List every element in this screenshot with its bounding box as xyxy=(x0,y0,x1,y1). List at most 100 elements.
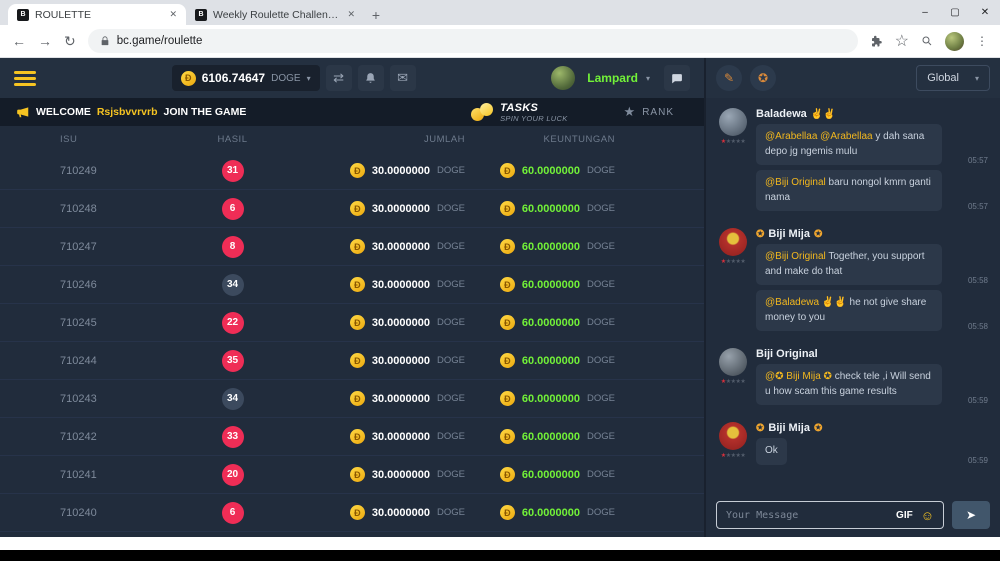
forward-button[interactable]: → xyxy=(38,33,52,49)
profit-amount: 60.0000000 xyxy=(522,393,580,405)
medal-icon: ✪ xyxy=(814,423,822,434)
channel-selector[interactable]: Global ▾ xyxy=(916,65,990,91)
emoji-picker-icon[interactable]: ☺ xyxy=(921,508,934,523)
pencil-icon[interactable]: ✎ xyxy=(716,65,742,91)
table-row[interactable]: 710248 6 Ð 30.0000000 DOGE Ð 60.0000000 … xyxy=(0,190,704,228)
address-bar[interactable]: bc.game/roulette xyxy=(88,29,858,53)
rank-star-icon: ★ xyxy=(624,104,637,120)
bet-amount-cell: Ð 30.0000000 DOGE xyxy=(290,505,475,520)
bet-amount: 30.0000000 xyxy=(372,317,430,329)
result-badge: 6 xyxy=(222,502,244,524)
bookmark-star-icon[interactable]: ☆ xyxy=(895,31,909,51)
balance-selector[interactable]: Ð 6106.74647 DOGE ▾ xyxy=(172,65,320,91)
chevron-down-icon[interactable]: ▾ xyxy=(646,74,650,83)
table-row[interactable]: 710245 22 Ð 30.0000000 DOGE Ð 60.0000000… xyxy=(0,304,704,342)
send-button[interactable]: ➤ xyxy=(952,501,990,529)
table-row[interactable]: 710249 31 Ð 30.0000000 DOGE Ð 60.0000000… xyxy=(0,152,704,190)
avatar[interactable] xyxy=(719,348,747,376)
site-header: Ð 6106.74647 DOGE ▾ ⇄ ✉ Lampard ▾ xyxy=(0,58,704,98)
doge-coin-icon: Ð xyxy=(500,505,515,520)
minimize-button[interactable]: – xyxy=(910,0,940,25)
table-row[interactable]: 710243 34 Ð 30.0000000 DOGE Ð 60.0000000… xyxy=(0,380,704,418)
currency-unit: DOGE xyxy=(437,431,465,442)
wallet-group: Ð 6106.74647 DOGE ▾ ⇄ ✉ xyxy=(172,65,416,91)
mail-icon[interactable]: ✉ xyxy=(390,65,416,91)
tab-title: ROULETTE xyxy=(35,9,163,21)
avatar[interactable] xyxy=(719,422,747,450)
rank-link[interactable]: ★ RANK xyxy=(624,104,688,120)
table-row[interactable]: 710242 33 Ð 30.0000000 DOGE Ð 60.0000000… xyxy=(0,418,704,456)
gif-button[interactable]: GIF xyxy=(896,510,913,521)
coin-stack-icon xyxy=(471,103,493,121)
notifications-bell-icon[interactable] xyxy=(358,65,384,91)
profile-avatar[interactable] xyxy=(945,32,964,51)
avatar[interactable] xyxy=(719,108,747,136)
currency-unit: DOGE xyxy=(437,507,465,518)
chat-toggle-icon[interactable] xyxy=(664,65,690,91)
chat-username[interactable]: Biji Original xyxy=(756,348,988,360)
menu-kebab-icon[interactable]: ⋮ xyxy=(976,34,988,48)
doge-coin-icon: Ð xyxy=(500,163,515,178)
username[interactable]: Lampard xyxy=(587,71,638,85)
result-badge: 20 xyxy=(222,464,244,486)
chat-message: @Biji Original Together, you support and… xyxy=(756,244,988,285)
tab-weekly-challenge[interactable]: B Weekly Roulette Challenge - Wir ✕ xyxy=(186,4,364,25)
user-avatar[interactable] xyxy=(551,66,575,90)
result-badge: 22 xyxy=(222,312,244,334)
welcome-prefix: WELCOME xyxy=(36,106,91,118)
browser-window: B ROULETTE ✕ B Weekly Roulette Challenge… xyxy=(0,0,1000,561)
chat-message: @Baladewa ✌✌ he not give share money to … xyxy=(756,290,988,331)
mention[interactable]: @Arabellaa @Arabellaa xyxy=(765,131,873,142)
welcome-suffix: JOIN THE GAME xyxy=(164,106,247,118)
tab-close-icon[interactable]: ✕ xyxy=(169,9,177,20)
maximize-button[interactable]: ▢ xyxy=(940,0,970,25)
hamburger-menu-icon[interactable] xyxy=(14,71,36,86)
tab-roulette[interactable]: B ROULETTE ✕ xyxy=(8,4,186,25)
doge-coin-icon: Ð xyxy=(500,429,515,444)
bet-amount: 30.0000000 xyxy=(372,393,430,405)
profit-amount: 60.0000000 xyxy=(522,507,580,519)
back-button[interactable]: ← xyxy=(12,33,26,49)
doge-coin-icon: Ð xyxy=(500,277,515,292)
round-id: 710245 xyxy=(60,317,175,329)
mention[interactable]: @Baladewa ✌✌ xyxy=(765,297,847,308)
close-button[interactable]: ✕ xyxy=(970,0,1000,25)
table-row[interactable]: 710247 8 Ð 30.0000000 DOGE Ð 60.0000000 … xyxy=(0,228,704,266)
table-row[interactable]: 710241 20 Ð 30.0000000 DOGE Ð 60.0000000… xyxy=(0,456,704,494)
currency-unit: DOGE xyxy=(587,317,615,328)
extensions-icon[interactable] xyxy=(870,35,883,48)
table-row[interactable]: 710246 34 Ð 30.0000000 DOGE Ð 60.0000000… xyxy=(0,266,704,304)
hand-emoji-icon: ✌✌ xyxy=(811,109,836,120)
medal-icon[interactable]: ✪ xyxy=(750,65,776,91)
table-row[interactable]: 710244 35 Ð 30.0000000 DOGE Ð 60.0000000… xyxy=(0,342,704,380)
currency-unit: DOGE xyxy=(587,355,615,366)
tab-close-icon[interactable]: ✕ xyxy=(347,9,355,20)
result-badge: 31 xyxy=(222,160,244,182)
new-tab-button[interactable]: + xyxy=(364,4,388,25)
mention[interactable]: @✪ Biji Mija ✪ xyxy=(765,371,832,382)
chat-username[interactable]: ✪ Biji Mija ✪ xyxy=(756,228,988,240)
table-header: ISU HASIL JUMLAH KEUNTUNGAN xyxy=(0,126,704,152)
bet-amount-cell: Ð 30.0000000 DOGE xyxy=(290,429,475,444)
column-header-isu: ISU xyxy=(60,134,175,145)
table-row[interactable]: 710240 6 Ð 30.0000000 DOGE Ð 60.0000000 … xyxy=(0,494,704,532)
currency-unit: DOGE xyxy=(437,165,465,176)
profit-amount: 60.0000000 xyxy=(522,469,580,481)
doge-coin-icon: Ð xyxy=(350,505,365,520)
avatar[interactable] xyxy=(719,228,747,256)
profit-amount: 60.0000000 xyxy=(522,241,580,253)
doge-coin-icon: Ð xyxy=(500,315,515,330)
reload-button[interactable]: ↻ xyxy=(64,33,76,50)
medal-icon: ✪ xyxy=(756,423,764,434)
chat-username[interactable]: Baladewa ✌✌ xyxy=(756,108,988,120)
tasks-banner[interactable]: TASKS SPIN YOUR LUCK xyxy=(471,102,567,123)
timestamp: 05:59 xyxy=(968,396,988,405)
bet-amount-cell: Ð 30.0000000 DOGE xyxy=(290,391,475,406)
currency-unit: DOGE xyxy=(437,279,465,290)
swap-currency-icon[interactable]: ⇄ xyxy=(326,65,352,91)
mention[interactable]: @Biji Original xyxy=(765,177,826,188)
chat-username[interactable]: ✪ Biji Mija ✪ xyxy=(756,422,988,434)
search-icon[interactable] xyxy=(921,35,933,47)
message-input[interactable] xyxy=(726,510,888,521)
mention[interactable]: @Biji Original xyxy=(765,251,826,262)
